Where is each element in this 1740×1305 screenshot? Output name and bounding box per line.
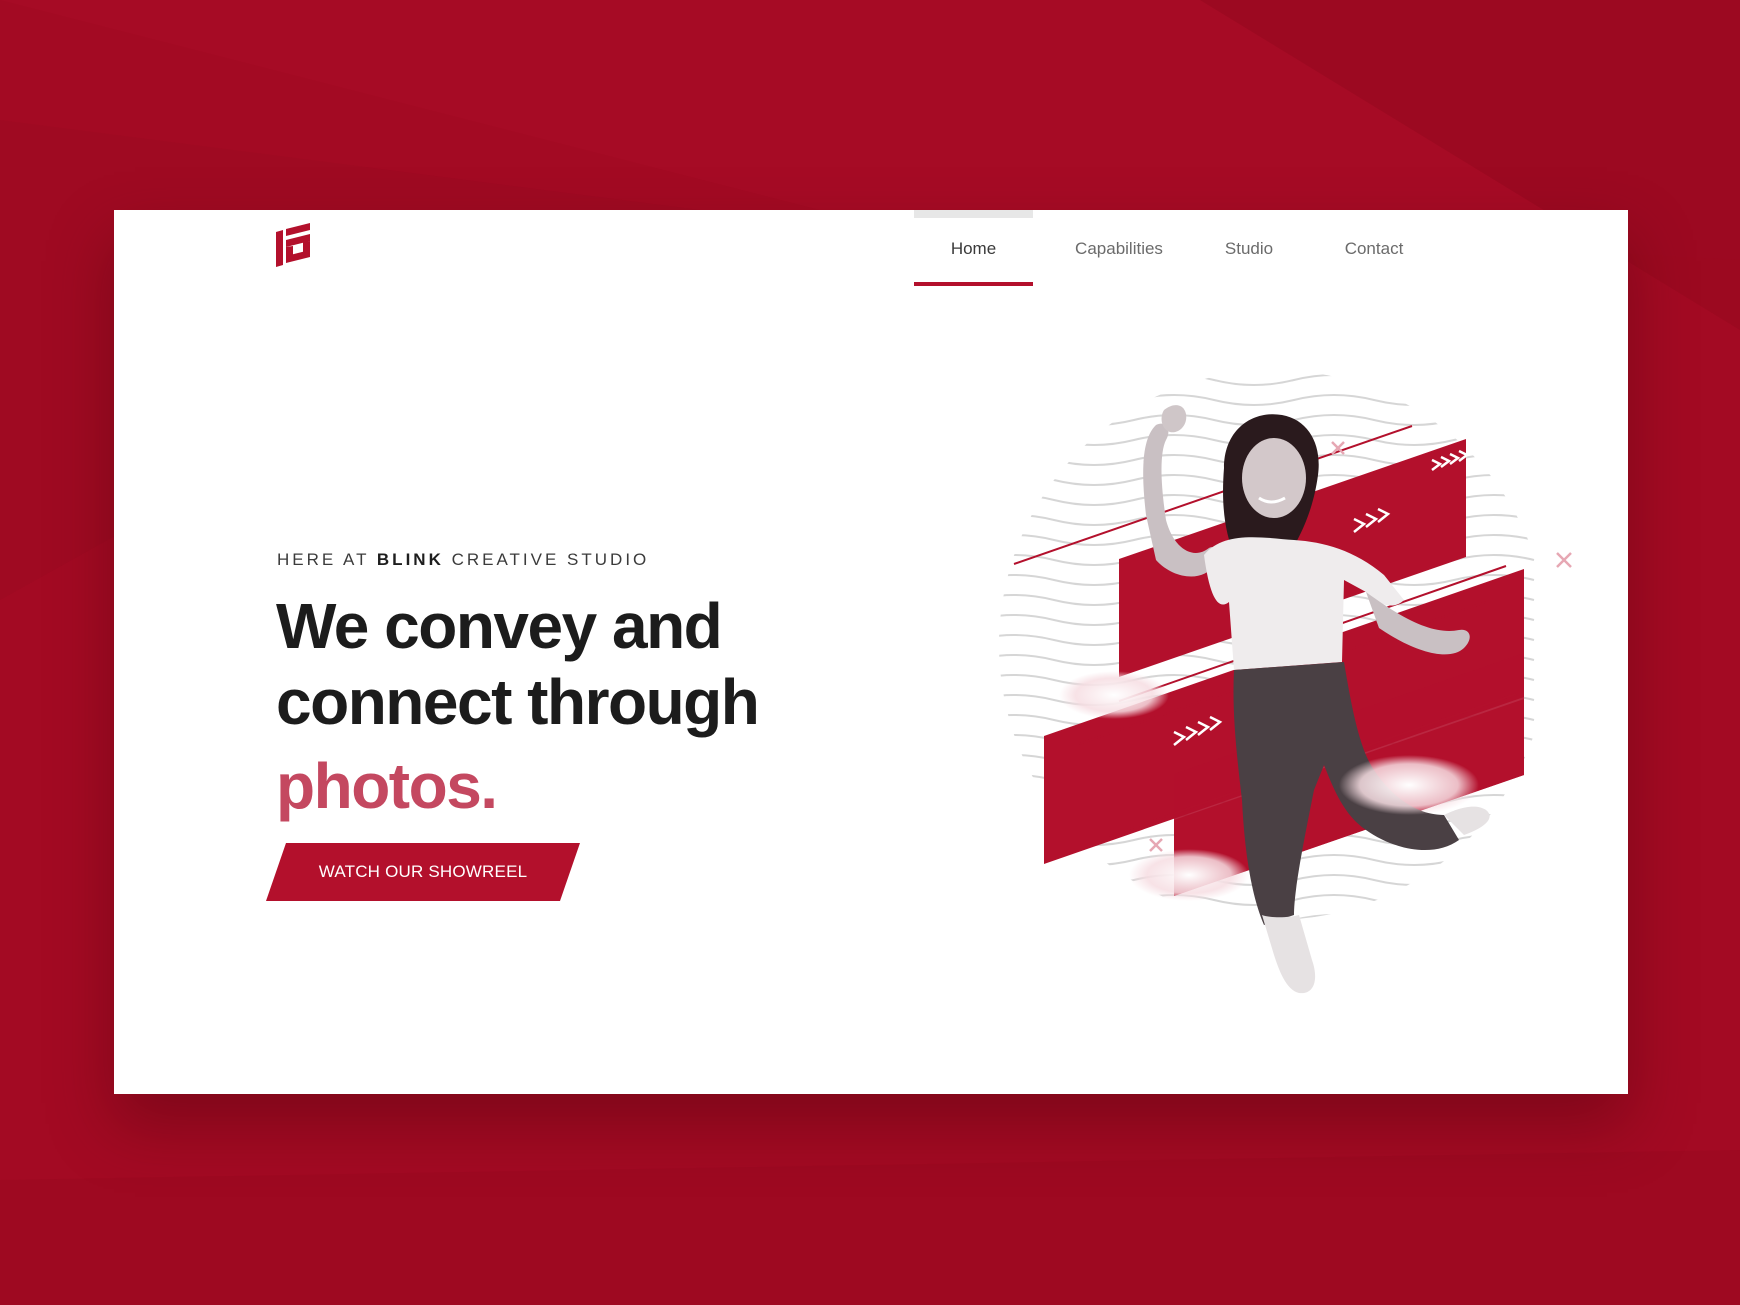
hero-eyebrow: HERE AT BLINK CREATIVE STUDIO	[277, 550, 649, 570]
hero-headline: We convey and connect through	[276, 588, 836, 740]
nav-item-studio[interactable]: Studio	[1204, 210, 1294, 288]
headline-line-1: We convey and	[276, 590, 723, 662]
page-backdrop: Home Capabilities Studio Contact HERE AT…	[0, 0, 1740, 1305]
eyebrow-suffix: CREATIVE STUDIO	[443, 550, 650, 569]
blink-logo-icon[interactable]	[276, 223, 312, 267]
headline-line-2: connect through	[276, 666, 760, 738]
headline-accent-word: photos.	[276, 750, 498, 822]
nav-item-home[interactable]: Home	[914, 210, 1033, 288]
nav-item-capabilities[interactable]: Capabilities	[1054, 210, 1184, 288]
nav-item-contact[interactable]: Contact	[1324, 210, 1424, 288]
hero-illustration	[999, 374, 1572, 994]
website-hero-card: Home Capabilities Studio Contact HERE AT…	[114, 210, 1628, 1094]
watch-showreel-button[interactable]: WATCH OUR SHOWREEL	[266, 843, 580, 901]
watch-showreel-label: WATCH OUR SHOWREEL	[318, 862, 528, 881]
eyebrow-prefix: HERE AT	[277, 550, 377, 569]
eyebrow-brand: BLINK	[376, 550, 444, 569]
